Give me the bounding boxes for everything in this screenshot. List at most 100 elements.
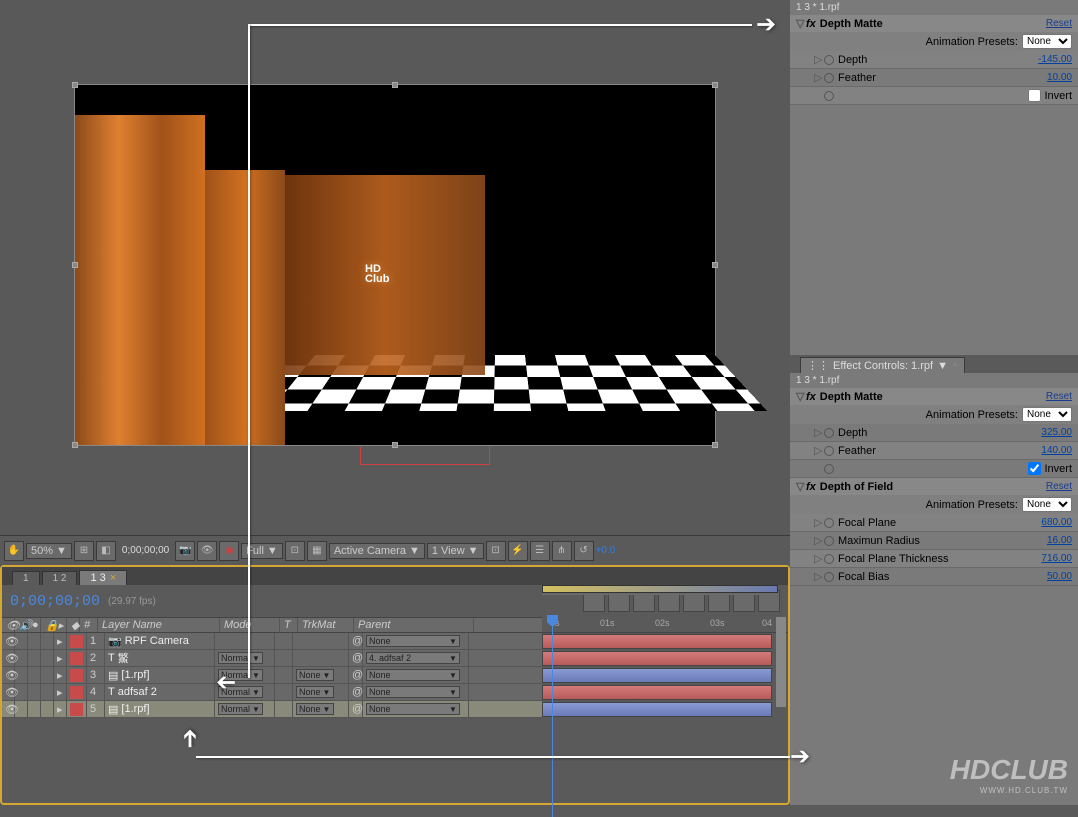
- property-value[interactable]: 716.00: [1041, 553, 1072, 564]
- t-column[interactable]: T: [280, 618, 298, 632]
- layer-row[interactable]: 👁▸2T鰵Normal▼@4. adfsaf 2▼: [2, 650, 542, 667]
- name-column[interactable]: Layer Name: [98, 618, 220, 632]
- layer-row[interactable]: 👁▸4Tadfsaf 2Normal▼None▼@None▼: [2, 684, 542, 701]
- eye-column-icon[interactable]: 👁: [2, 618, 15, 632]
- property-value[interactable]: 16.00: [1047, 535, 1072, 546]
- channels-icon[interactable]: ◉: [219, 541, 239, 561]
- property-value[interactable]: 10.00: [1047, 72, 1072, 83]
- preserve-transparency[interactable]: [275, 650, 293, 666]
- parent-pickwhip-icon[interactable]: @: [349, 650, 363, 666]
- bbox-handle[interactable]: [712, 262, 718, 268]
- fast-preview-icon[interactable]: ⚡: [508, 541, 528, 561]
- stopwatch-icon[interactable]: [824, 91, 834, 101]
- disclosure-triangle-icon[interactable]: ▷: [814, 570, 822, 583]
- disclosure-triangle-icon[interactable]: ▽: [796, 480, 804, 493]
- audio-toggle[interactable]: [15, 667, 28, 683]
- lock-toggle[interactable]: [41, 633, 54, 649]
- flowchart-icon[interactable]: ⋔: [552, 541, 572, 561]
- track-matte[interactable]: [293, 650, 349, 666]
- layer-name[interactable]: ▤[1.rpf]: [105, 667, 215, 683]
- comp-canvas[interactable]: HD Club: [75, 85, 715, 445]
- stopwatch-icon[interactable]: [824, 464, 834, 474]
- blend-mode[interactable]: Normal▼: [215, 650, 275, 666]
- parent-pickwhip-icon[interactable]: @: [349, 684, 363, 700]
- current-time[interactable]: 0;00;00;00: [10, 593, 100, 610]
- reset-link[interactable]: Reset: [1046, 481, 1072, 492]
- disclosure-triangle-icon[interactable]: ▽: [796, 390, 804, 403]
- num-column[interactable]: #: [80, 618, 98, 632]
- visibility-toggle[interactable]: 👁: [2, 667, 15, 683]
- label-color[interactable]: [67, 667, 87, 683]
- parent-dropdown[interactable]: None▼: [363, 667, 469, 683]
- parent-pickwhip-icon[interactable]: @: [349, 667, 363, 683]
- preserve-transparency[interactable]: [275, 684, 293, 700]
- layer-name[interactable]: 📷RPF Camera: [105, 633, 215, 649]
- invert-checkbox[interactable]: [1028, 462, 1041, 475]
- lock-toggle[interactable]: [41, 701, 54, 717]
- solo-toggle[interactable]: [28, 701, 41, 717]
- reset-exposure-icon[interactable]: ↺: [574, 541, 594, 561]
- twirl-icon[interactable]: ▸: [54, 684, 67, 700]
- solo-toggle[interactable]: [28, 667, 41, 683]
- mask-icon[interactable]: ◧: [96, 541, 116, 561]
- mode-column[interactable]: Mode: [220, 618, 280, 632]
- roi-icon[interactable]: ⊡: [285, 541, 305, 561]
- stopwatch-icon[interactable]: [824, 446, 834, 456]
- bbox-handle[interactable]: [392, 442, 398, 448]
- speaker-column-icon[interactable]: 🔊: [15, 618, 28, 632]
- comp-tab-active[interactable]: 1 3×: [79, 570, 127, 585]
- twirl-icon[interactable]: ▸: [54, 650, 67, 666]
- disclosure-triangle-icon[interactable]: ▽: [796, 17, 804, 30]
- solo-toggle[interactable]: [28, 633, 41, 649]
- lock-toggle[interactable]: [41, 684, 54, 700]
- track-matte[interactable]: [293, 633, 349, 649]
- reset-link[interactable]: Reset: [1046, 391, 1072, 402]
- label-color[interactable]: [67, 684, 87, 700]
- layer-name[interactable]: T鰵: [105, 650, 215, 666]
- lock-toggle[interactable]: [41, 650, 54, 666]
- stopwatch-icon[interactable]: [824, 536, 834, 546]
- comp-tab[interactable]: 1: [12, 571, 40, 585]
- solo-toggle[interactable]: [28, 684, 41, 700]
- bbox-handle[interactable]: [712, 82, 718, 88]
- property-value[interactable]: 140.00: [1041, 445, 1072, 456]
- property-value[interactable]: -145.00: [1038, 54, 1072, 65]
- bbox-handle[interactable]: [712, 442, 718, 448]
- preserve-transparency[interactable]: [275, 633, 293, 649]
- hand-tool-icon[interactable]: ✋: [4, 541, 24, 561]
- effect-controls-tab[interactable]: ⋮⋮ Effect Controls: 1.rpf ▼ ×: [800, 357, 965, 373]
- blend-mode[interactable]: [215, 633, 275, 649]
- track-matte[interactable]: None▼: [293, 684, 349, 700]
- track-matte[interactable]: None▼: [293, 667, 349, 683]
- reset-link[interactable]: Reset: [1046, 18, 1072, 29]
- layer-name[interactable]: ▤[1.rpf]: [105, 701, 215, 717]
- stopwatch-icon[interactable]: [824, 518, 834, 528]
- trkmat-column[interactable]: TrkMat: [298, 618, 354, 632]
- visibility-toggle[interactable]: 👁: [2, 701, 15, 717]
- solo-toggle[interactable]: [28, 650, 41, 666]
- visibility-toggle[interactable]: 👁: [2, 650, 15, 666]
- tab-menu-icon[interactable]: ▼: [937, 360, 948, 372]
- disclosure-triangle-icon[interactable]: ▷: [814, 516, 822, 529]
- presets-dropdown[interactable]: None: [1022, 497, 1072, 512]
- bbox-handle[interactable]: [72, 82, 78, 88]
- invert-checkbox[interactable]: [1028, 89, 1041, 102]
- show-snapshot-icon[interactable]: 👁: [197, 541, 217, 561]
- bbox-handle[interactable]: [392, 82, 398, 88]
- preserve-transparency[interactable]: [275, 701, 293, 717]
- layer-name[interactable]: Tadfsaf 2: [105, 684, 215, 700]
- bbox-handle[interactable]: [72, 442, 78, 448]
- parent-pickwhip-icon[interactable]: @: [349, 633, 363, 649]
- twirl-icon[interactable]: ▸: [54, 633, 67, 649]
- blend-mode[interactable]: Normal▼: [215, 701, 275, 717]
- shy-column-icon[interactable]: ▸: [54, 618, 67, 632]
- effect-header-depth-of-field[interactable]: ▽ fx Depth of Field Reset: [790, 478, 1078, 495]
- layer-bar[interactable]: [542, 651, 772, 666]
- property-value[interactable]: 680.00: [1041, 517, 1072, 528]
- time-navigator[interactable]: [542, 585, 778, 595]
- parent-dropdown[interactable]: None▼: [363, 633, 469, 649]
- viewer-timecode[interactable]: 0;00;00;00: [118, 545, 173, 556]
- bbox-handle[interactable]: [72, 262, 78, 268]
- zoom-dropdown[interactable]: 50%▼: [26, 543, 72, 559]
- effect-header-depth-matte[interactable]: ▽ fx Depth Matte Reset: [790, 15, 1078, 32]
